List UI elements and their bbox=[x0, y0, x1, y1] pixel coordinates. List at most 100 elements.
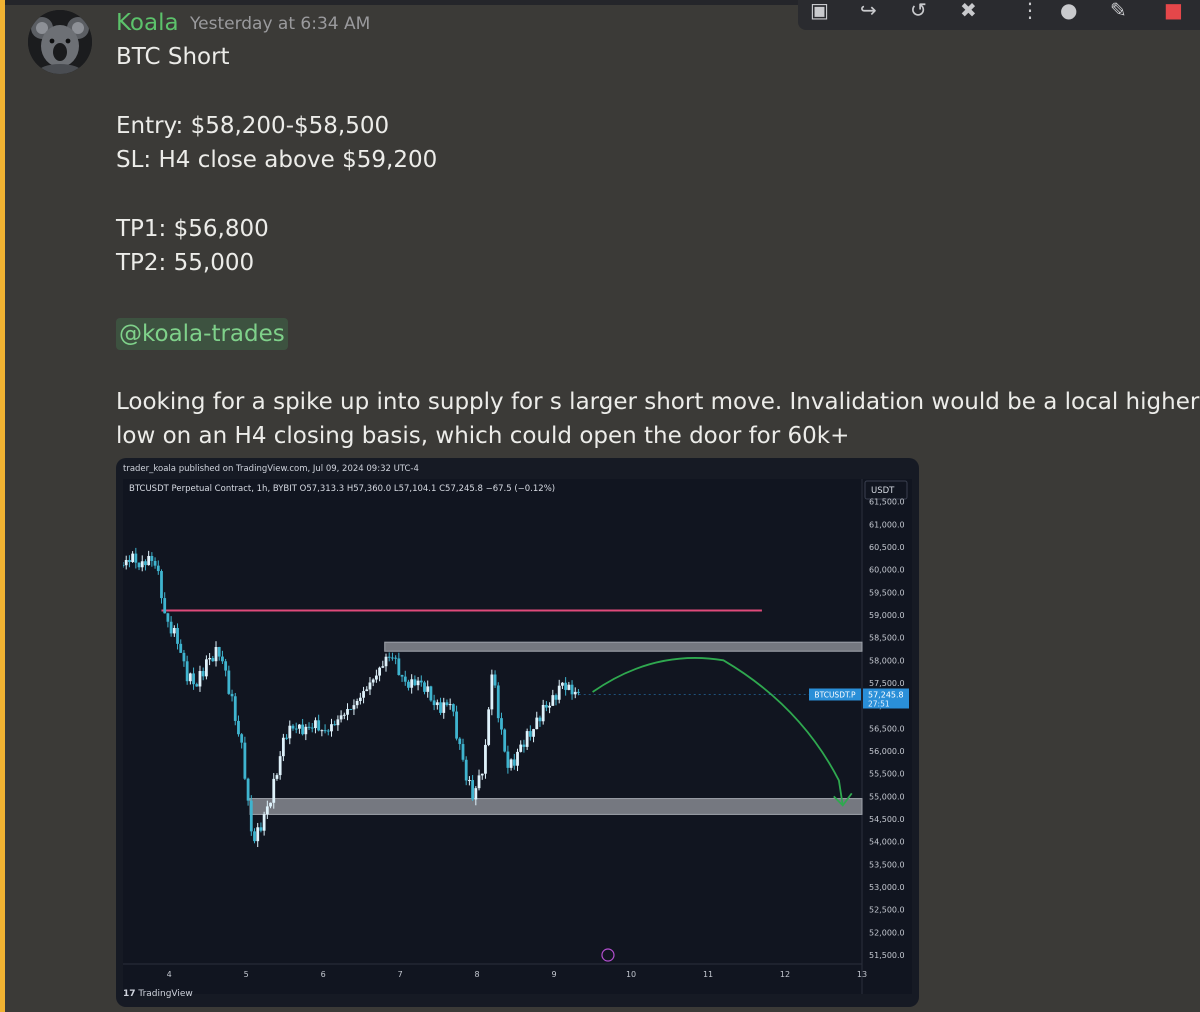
currency-label: USDT bbox=[871, 486, 895, 496]
candle-body bbox=[519, 744, 523, 752]
candle-body bbox=[256, 827, 260, 842]
candle-body bbox=[323, 730, 327, 732]
x-tick-label: 8 bbox=[475, 970, 480, 979]
candle-body bbox=[156, 565, 160, 572]
candle-body bbox=[464, 759, 468, 781]
candle-body bbox=[374, 675, 378, 680]
candle-body bbox=[410, 679, 414, 688]
candle-body bbox=[326, 730, 330, 732]
message-line-tp2: TP2: 55,000 bbox=[116, 250, 255, 276]
candle-body bbox=[134, 553, 138, 563]
candle-body bbox=[150, 555, 154, 561]
candle-body bbox=[317, 720, 321, 731]
candle-body bbox=[208, 658, 212, 660]
y-tick-label: 57,500.0 bbox=[869, 679, 905, 688]
candle-body bbox=[217, 647, 221, 657]
candle-body bbox=[423, 682, 426, 692]
candle-body bbox=[468, 780, 471, 782]
candle-body bbox=[123, 565, 125, 567]
candle-body bbox=[503, 729, 507, 752]
candle-body bbox=[281, 737, 285, 757]
chart-plot-area: BTCUSDT Perpetual Contract, 1h, BYBIT O5… bbox=[123, 479, 912, 994]
candle-body bbox=[474, 788, 478, 800]
candle-body bbox=[330, 724, 333, 732]
y-tick-label: 54,000.0 bbox=[869, 838, 905, 847]
candle-body bbox=[528, 731, 532, 737]
x-tick-label: 12 bbox=[780, 970, 790, 979]
candle-body bbox=[394, 657, 398, 659]
y-tick-label: 61,500.0 bbox=[869, 498, 905, 507]
candle-body bbox=[137, 562, 141, 568]
candle-body bbox=[294, 728, 298, 730]
y-tick-label: 61,000.0 bbox=[869, 520, 905, 529]
message-line-entry: Entry: $58,200-$58,500 bbox=[116, 113, 390, 139]
candle-body bbox=[310, 727, 314, 729]
candle-body bbox=[211, 658, 215, 662]
candle-body bbox=[262, 814, 266, 831]
candle-body bbox=[416, 680, 420, 686]
candle-body bbox=[339, 715, 343, 720]
candle-body bbox=[147, 555, 151, 566]
price-tag-timer: 27:51 bbox=[868, 699, 890, 708]
candle-body bbox=[548, 705, 551, 708]
demand-zone bbox=[249, 798, 863, 815]
candle-body bbox=[461, 744, 465, 760]
forward-icon[interactable]: ↺ bbox=[910, 0, 927, 20]
candle-body bbox=[561, 682, 564, 686]
y-tick-label: 59,500.0 bbox=[869, 588, 905, 597]
y-tick-label: 60,000.0 bbox=[869, 566, 905, 575]
candle-body bbox=[333, 724, 337, 726]
candle-body bbox=[291, 725, 295, 729]
candle-body bbox=[240, 734, 244, 743]
candle-body bbox=[484, 744, 487, 774]
candle-body bbox=[352, 705, 356, 710]
candle-body bbox=[179, 643, 183, 653]
app-icon[interactable]: ▣ bbox=[810, 0, 829, 20]
y-tick-label: 53,000.0 bbox=[869, 883, 905, 892]
candle-body bbox=[204, 659, 208, 677]
chart-attachment[interactable]: trader_koala published on TradingView.co… bbox=[116, 458, 919, 1007]
candle-body bbox=[554, 695, 558, 700]
message-timestamp[interactable]: Yesterday at 6:34 AM bbox=[190, 14, 370, 34]
reaction-icon[interactable]: ● bbox=[1060, 0, 1077, 20]
candle-body bbox=[522, 744, 526, 747]
candle-body bbox=[214, 647, 218, 662]
y-tick-label: 58,000.0 bbox=[869, 656, 905, 665]
projection-arrow-path bbox=[592, 657, 844, 806]
koala-avatar-icon bbox=[28, 10, 92, 74]
candle-body bbox=[259, 827, 263, 831]
delete-icon[interactable]: ■ bbox=[1164, 0, 1183, 20]
message-line-analysis-2: low on an H4 closing basis, which could … bbox=[116, 423, 850, 449]
candle-body bbox=[358, 697, 362, 701]
more-icon[interactable]: ⋮ bbox=[1020, 0, 1040, 20]
author-name[interactable]: Koala bbox=[116, 10, 179, 36]
candle-body bbox=[538, 717, 542, 722]
role-mention[interactable]: @koala-trades bbox=[116, 318, 288, 350]
x-tick-label: 6 bbox=[321, 970, 326, 979]
candle-body bbox=[224, 661, 228, 671]
y-tick-label: 58,500.0 bbox=[869, 634, 905, 643]
candle-body bbox=[490, 674, 494, 710]
candle-body bbox=[336, 719, 340, 726]
candle-body bbox=[355, 700, 359, 706]
candle-body bbox=[301, 724, 305, 735]
edit-icon[interactable]: ✎ bbox=[1110, 0, 1127, 20]
candle-body bbox=[371, 679, 375, 683]
candle-body bbox=[525, 731, 529, 747]
candle-body bbox=[166, 613, 170, 622]
candle-body bbox=[480, 773, 484, 776]
y-tick-label: 55,500.0 bbox=[869, 770, 905, 779]
avatar[interactable] bbox=[28, 10, 92, 74]
candle-body bbox=[403, 676, 407, 682]
candle-body bbox=[551, 695, 555, 706]
candle-body bbox=[195, 684, 199, 687]
candle-body bbox=[249, 800, 253, 832]
x-tick-label: 9 bbox=[552, 970, 557, 979]
candle-body bbox=[564, 682, 568, 690]
candle-body bbox=[544, 704, 548, 708]
candle-body bbox=[442, 702, 446, 713]
pin-icon[interactable]: ✖ bbox=[960, 0, 977, 20]
reply-icon[interactable]: ↪ bbox=[860, 0, 877, 20]
tradingview-logo: 17 TradingView bbox=[123, 989, 193, 999]
candle-body bbox=[400, 675, 404, 677]
